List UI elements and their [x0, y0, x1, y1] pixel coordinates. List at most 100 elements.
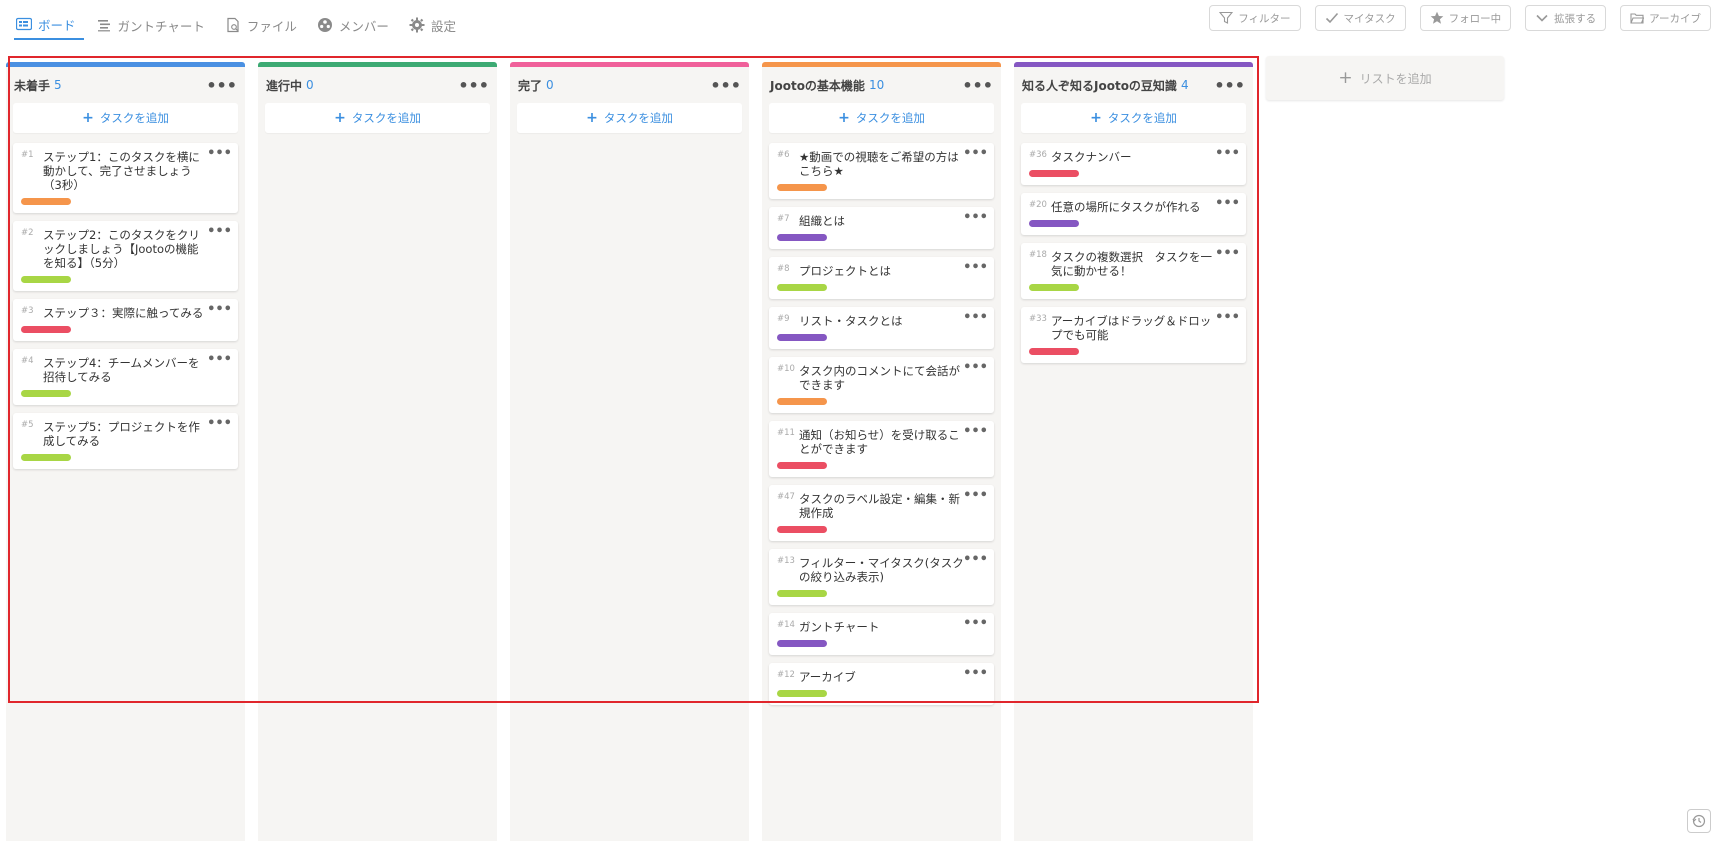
task-menu-icon[interactable]: •••	[963, 310, 988, 325]
following-button[interactable]: フォロー中	[1420, 5, 1512, 31]
task-card[interactable]: #36タスクナンバー•••	[1021, 143, 1246, 185]
expand-button[interactable]: 拡張する	[1525, 5, 1606, 31]
task-card[interactable]: #47タスクのラベル設定・編集・新規作成•••	[769, 485, 994, 541]
task-card[interactable]: #8プロジェクトとは•••	[769, 257, 994, 299]
task-label	[777, 462, 827, 469]
list-menu-icon[interactable]: •••	[1214, 76, 1245, 95]
task-menu-icon[interactable]: •••	[1215, 310, 1240, 325]
list-menu-icon[interactable]: •••	[962, 76, 993, 95]
tab-label: ガントチャート	[118, 16, 205, 35]
add-task-button[interactable]: +タスクを追加	[1021, 103, 1246, 133]
task-title: タスクのラベル設定・編集・新規作成	[799, 492, 964, 520]
list-menu-icon[interactable]: •••	[458, 76, 489, 95]
task-card[interactable]: #13フィルター・マイタスク(タスクの絞り込み表示)•••	[769, 549, 994, 605]
task-card[interactable]: #3 ステップ３：実際に触ってみる•••	[13, 299, 238, 341]
task-card[interactable]: #14ガントチャート•••	[769, 613, 994, 655]
task-menu-icon[interactable]: •••	[963, 552, 988, 567]
tab-settings[interactable]: 設定	[407, 12, 464, 38]
plus-icon: +	[334, 110, 346, 126]
task-title: ステップ5：プロジェクトを作成してみる	[43, 420, 208, 448]
list-menu-icon[interactable]: •••	[206, 76, 237, 95]
task-title: タスクナンバー	[1051, 150, 1216, 164]
task-menu-icon[interactable]: •••	[207, 416, 232, 431]
task-menu-icon[interactable]: •••	[207, 146, 232, 161]
task-menu-icon[interactable]: •••	[963, 260, 988, 275]
tab-file[interactable]: ファイル	[223, 12, 305, 38]
task-label	[777, 184, 827, 191]
top-navigation: ボード ガントチャート ファイル メンバー 設定	[0, 0, 1717, 44]
view-tabs: ボード ガントチャート ファイル メンバー 設定	[14, 12, 474, 40]
task-number: #4	[21, 356, 34, 366]
task-menu-icon[interactable]: •••	[963, 424, 988, 439]
list-header: Jootoの基本機能10•••	[762, 67, 1001, 103]
task-menu-icon[interactable]: •••	[963, 210, 988, 225]
add-task-button[interactable]: +タスクを追加	[769, 103, 994, 133]
task-menu-icon[interactable]: •••	[207, 224, 232, 239]
list-name: 進行中	[266, 77, 302, 94]
task-card[interactable]: #1ステップ1：このタスクを横に動かして、完了させましょう（3秒）•••	[13, 143, 238, 213]
task-card[interactable]: #4ステップ4：チームメンバーを招待してみる•••	[13, 349, 238, 405]
add-task-label: タスクを追加	[604, 110, 673, 126]
task-label	[21, 326, 71, 333]
task-card[interactable]: #18タスクの複数選択 タスクを一気に動かせる！•••	[1021, 243, 1246, 299]
archive-button[interactable]: アーカイブ	[1620, 5, 1711, 31]
task-menu-icon[interactable]: •••	[1215, 246, 1240, 261]
list-header: 知る人ぞ知るJootoの豆知識4•••	[1014, 67, 1253, 103]
task-label	[777, 234, 827, 241]
tab-gantt[interactable]: ガントチャート	[94, 12, 213, 38]
task-card[interactable]: #33アーカイブはドラッグ＆ドロップでも可能•••	[1021, 307, 1246, 363]
task-label	[777, 526, 827, 533]
task-menu-icon[interactable]: •••	[963, 360, 988, 375]
list-count: 4	[1181, 78, 1189, 92]
add-task-button[interactable]: +タスクを追加	[517, 103, 742, 133]
check-icon	[1325, 11, 1339, 25]
task-number: #3	[21, 306, 34, 316]
kanban-board: 未着手5•••+タスクを追加#1ステップ1：このタスクを横に動かして、完了させま…	[6, 62, 1504, 852]
task-title: ★動画での視聴をご希望の方はこちら★	[799, 150, 964, 178]
add-task-button[interactable]: +タスクを追加	[13, 103, 238, 133]
my-task-button[interactable]: マイタスク	[1315, 5, 1406, 31]
task-menu-icon[interactable]: •••	[963, 488, 988, 503]
task-card[interactable]: #2ステップ2：このタスクをクリックしましょう【Jootoの機能を知る】（5分）…	[13, 221, 238, 291]
task-card[interactable]: #7組織とは•••	[769, 207, 994, 249]
list-column: 完了0•••+タスクを追加	[510, 62, 749, 841]
task-card[interactable]: #11通知（お知らせ）を受け取ることができます•••	[769, 421, 994, 477]
filter-button[interactable]: フィルター	[1209, 5, 1300, 31]
task-title: ステップ３：実際に触ってみる	[43, 306, 208, 320]
tab-label: ファイル	[247, 16, 297, 35]
add-list-label: リストを追加	[1360, 70, 1432, 87]
tab-board[interactable]: ボード	[14, 12, 84, 40]
task-menu-icon[interactable]: •••	[1215, 146, 1240, 161]
task-menu-icon[interactable]: •••	[207, 302, 232, 317]
task-menu-icon[interactable]: •••	[963, 666, 988, 681]
task-menu-icon[interactable]: •••	[963, 146, 988, 161]
task-menu-icon[interactable]: •••	[963, 616, 988, 631]
tab-label: メンバー	[339, 16, 389, 35]
filter-icon	[1219, 11, 1233, 25]
plus-icon: +	[1338, 68, 1352, 88]
task-card[interactable]: #5ステップ5：プロジェクトを作成してみる•••	[13, 413, 238, 469]
task-card[interactable]: #12アーカイブ•••	[769, 663, 994, 705]
task-card[interactable]: #6★動画での視聴をご希望の方はこちら★•••	[769, 143, 994, 199]
list-header: 進行中0•••	[258, 67, 497, 103]
task-menu-icon[interactable]: •••	[1215, 196, 1240, 211]
list-column: 進行中0•••+タスクを追加	[258, 62, 497, 841]
filter-label: フィルター	[1238, 11, 1290, 26]
list-count: 0	[546, 78, 554, 92]
task-menu-icon[interactable]: •••	[207, 352, 232, 367]
list-column: Jootoの基本機能10•••+タスクを追加 #6★動画での視聴をご希望の方はこち…	[762, 62, 1001, 841]
add-task-button[interactable]: +タスクを追加	[265, 103, 490, 133]
tab-member[interactable]: メンバー	[315, 12, 397, 38]
list-menu-icon[interactable]: •••	[710, 76, 741, 95]
task-card[interactable]: #20任意の場所にタスクが作れる•••	[1021, 193, 1246, 235]
task-number: #33	[1029, 314, 1047, 324]
task-number: #9	[777, 314, 790, 324]
task-title: ステップ1：このタスクを横に動かして、完了させましょう（3秒）	[43, 150, 208, 192]
list-column: 知る人ぞ知るJootoの豆知識4•••+タスクを追加#36タスクナンバー•••#…	[1014, 62, 1253, 841]
task-card[interactable]: #10タスク内のコメントにて会話ができます•••	[769, 357, 994, 413]
task-card[interactable]: #9リスト・タスクとは•••	[769, 307, 994, 349]
add-list-button[interactable]: + リストを追加	[1266, 56, 1504, 100]
chevron-down-icon	[1535, 11, 1549, 25]
task-number: #7	[777, 214, 790, 224]
history-button[interactable]	[1687, 809, 1711, 833]
